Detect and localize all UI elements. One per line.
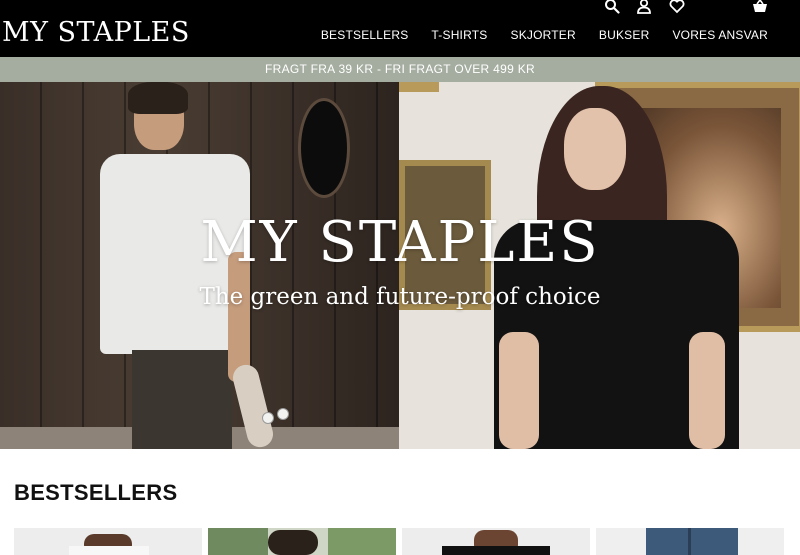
- nav-item-bukser[interactable]: BUKSER: [599, 27, 650, 43]
- main-nav: BESTSELLERS T-SHIRTS SKJORTER BUKSER VOR…: [298, 27, 768, 43]
- product-card[interactable]: [14, 528, 202, 555]
- hero-banner[interactable]: MY STAPLES The green and future-proof ch…: [0, 82, 800, 449]
- basket-icon[interactable]: [752, 0, 768, 14]
- site-header: MY STAPLES BESTSELLERS T-SHIRTS SKJORTER…: [0, 0, 800, 57]
- shipping-announcement: FRAGT FRA 39 KR - FRI FRAGT OVER 499 KR: [0, 57, 800, 82]
- search-icon[interactable]: [604, 0, 620, 14]
- hero-title: MY STAPLES: [200, 210, 600, 275]
- account-icon[interactable]: [636, 0, 652, 14]
- site-logo[interactable]: MY STAPLES: [2, 17, 190, 49]
- nav-item-bestsellers[interactable]: BESTSELLERS: [321, 27, 409, 43]
- product-card[interactable]: [402, 528, 590, 555]
- product-card[interactable]: [596, 528, 784, 555]
- bestsellers-product-row: [14, 528, 800, 555]
- product-card[interactable]: [208, 528, 396, 555]
- nav-item-skjorter[interactable]: SKJORTER: [510, 27, 575, 43]
- bestsellers-heading: BESTSELLERS: [14, 480, 178, 505]
- nav-item-t-shirts[interactable]: T-SHIRTS: [431, 27, 487, 43]
- wishlist-heart-icon[interactable]: [669, 0, 685, 14]
- hero-subtitle: The green and future-proof choice: [199, 284, 601, 310]
- nav-item-vores-ansvar[interactable]: VORES ANSVAR: [672, 27, 768, 43]
